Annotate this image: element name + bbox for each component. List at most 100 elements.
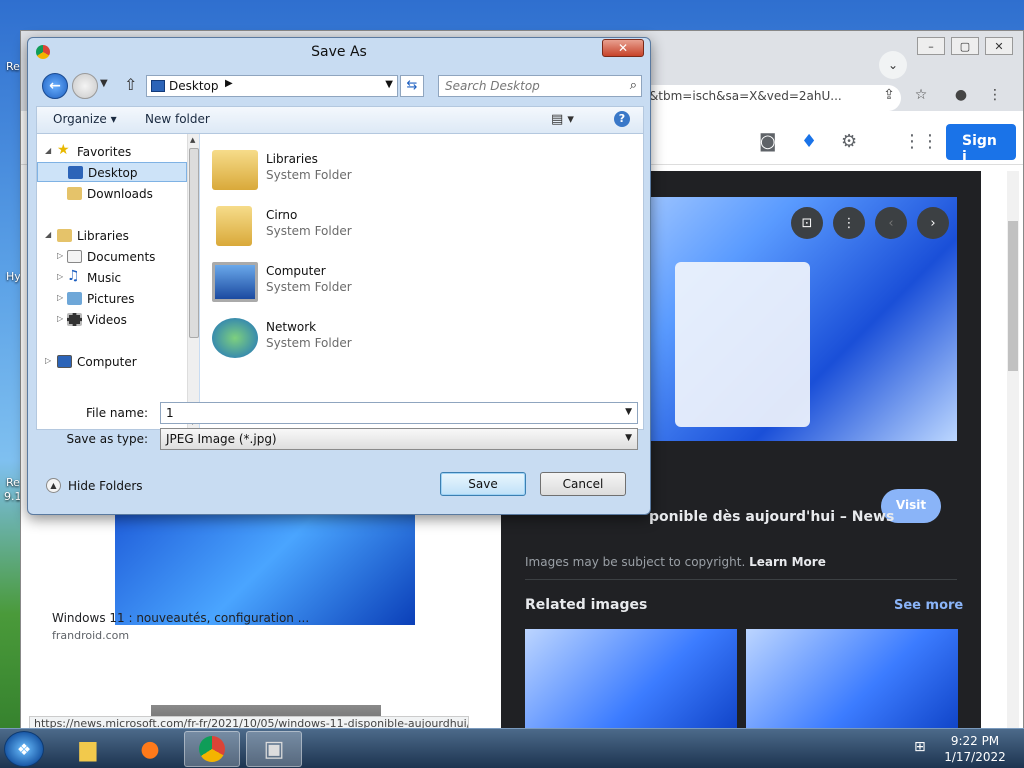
save-type-select[interactable]: JPEG Image (*.jpg) ▼ xyxy=(160,428,638,450)
scrollbar-thumb[interactable] xyxy=(1008,221,1018,371)
cancel-button[interactable]: Cancel xyxy=(540,472,626,496)
scrollbar-thumb[interactable] xyxy=(189,148,199,338)
tree-expand-icon[interactable]: ▷ xyxy=(57,272,63,281)
nav-item-desktop[interactable]: Desktop xyxy=(37,162,187,182)
page-scrollbar[interactable] xyxy=(1007,171,1019,751)
save-type-label: Save as type: xyxy=(66,432,148,446)
chevron-down-icon[interactable]: ▼ xyxy=(625,433,632,443)
tree-expand-icon[interactable]: ▷ xyxy=(45,356,51,365)
save-button[interactable]: Save xyxy=(440,472,526,496)
close-button[interactable]: ✕ xyxy=(985,37,1013,55)
refresh-button[interactable]: ⇆ xyxy=(400,75,424,97)
recent-locations-dropdown[interactable]: ▼ xyxy=(100,78,108,89)
file-name-input[interactable]: 1 ▼ xyxy=(160,402,638,424)
nav-item-libraries[interactable]: ◢ Libraries xyxy=(37,226,187,246)
change-view-icon[interactable]: ▤ ▾ xyxy=(551,112,574,127)
menu-kebab-icon[interactable]: ⋮ xyxy=(985,87,1005,107)
hide-folders-label: Hide Folders xyxy=(68,479,143,493)
downloads-folder-icon xyxy=(67,187,82,200)
share-icon[interactable]: ⇪ xyxy=(879,87,899,107)
profile-icon[interactable]: ● xyxy=(951,87,971,107)
bookmark-star-icon[interactable]: ☆ xyxy=(911,87,931,107)
help-icon[interactable]: ? xyxy=(614,111,630,127)
new-folder-button[interactable]: New folder xyxy=(145,112,210,126)
learn-more-link[interactable]: Learn More xyxy=(749,555,826,569)
user-folder-icon xyxy=(216,206,252,246)
file-name: Libraries xyxy=(266,152,318,166)
tab-search-button[interactable]: ⌄ xyxy=(879,51,907,79)
address-bar[interactable]: ms&tbm=isch&sa=X&ved=2ahU... xyxy=(621,85,901,111)
forward-button[interactable] xyxy=(72,73,98,99)
file-item-network[interactable]: Network System Folder xyxy=(212,314,452,364)
lens-search-icon[interactable]: ⊡ xyxy=(791,207,823,239)
sign-in-button[interactable]: Sign i xyxy=(946,124,1016,165)
search-input[interactable]: Search Desktop ⌕ xyxy=(438,75,642,97)
start-button[interactable]: ❖ xyxy=(4,731,44,767)
address-text: Desktop xyxy=(169,79,219,93)
nav-item-favorites[interactable]: ◢ ★ Favorites xyxy=(37,142,187,162)
nav-label: Desktop xyxy=(88,166,138,180)
tree-collapse-icon[interactable]: ◢ xyxy=(45,146,51,155)
file-list: Libraries System Folder Cirno System Fol… xyxy=(200,134,644,430)
up-arrow-icon[interactable]: ⇧ xyxy=(124,75,137,94)
star-icon: ★ xyxy=(57,142,70,158)
taskbar-firefox[interactable]: ● xyxy=(122,731,178,767)
organize-menu[interactable]: Organize ▾ xyxy=(53,112,117,126)
breadcrumb-arrow-icon[interactable]: ▶ xyxy=(225,78,233,89)
nav-item-documents[interactable]: ▷ Documents xyxy=(37,247,187,267)
tree-expand-icon[interactable]: ▷ xyxy=(57,293,63,302)
network-tray-icon[interactable]: ⊞ xyxy=(914,739,926,755)
file-item-libraries[interactable]: Libraries System Folder xyxy=(212,146,452,196)
desktop-icon-label[interactable]: Hy xyxy=(6,270,21,283)
next-arrow-icon[interactable]: › xyxy=(917,207,949,239)
desktop-icon-label[interactable]: 9.1 xyxy=(4,490,22,503)
desktop-icon-label[interactable]: Re xyxy=(6,60,20,73)
save-type-value: JPEG Image (*.jpg) xyxy=(166,432,277,446)
taskbar-explorer[interactable]: ▆ xyxy=(60,731,116,767)
see-more-link[interactable]: See more xyxy=(894,598,963,613)
minimize-button[interactable]: – xyxy=(917,37,945,55)
address-breadcrumb[interactable]: Desktop ▶ ▼ xyxy=(146,75,398,97)
nav-pane-scrollbar[interactable]: ▲ ▼ xyxy=(187,134,199,430)
scroll-up-icon[interactable]: ▲ xyxy=(190,136,195,144)
file-name: Cirno xyxy=(266,208,298,222)
dialog-titlebar[interactable]: Save As ✕ xyxy=(28,38,650,68)
result-title[interactable]: Windows 11 : nouveautés, configuration .… xyxy=(52,611,309,625)
nav-item-pictures[interactable]: ▷ Pictures xyxy=(37,289,187,309)
settings-gear-icon[interactable]: ⚙ xyxy=(841,131,857,152)
chevron-down-icon[interactable]: ▼ xyxy=(385,79,393,90)
result-thumbnail[interactable] xyxy=(115,505,415,625)
search-icon[interactable]: ⌕ xyxy=(630,78,637,93)
windows-logo-icon: ❖ xyxy=(16,739,32,759)
nav-item-computer[interactable]: ▷ Computer xyxy=(37,352,187,372)
tree-collapse-icon[interactable]: ◢ xyxy=(45,230,51,239)
tree-expand-icon[interactable]: ▷ xyxy=(57,251,63,260)
microphone-icon[interactable]: ♦ xyxy=(801,131,817,152)
preview-title[interactable]: ponible dès aujourd'hui – News xyxy=(649,509,894,525)
file-item-user[interactable]: Cirno System Folder xyxy=(212,202,452,252)
desktop-folder-icon xyxy=(151,80,165,92)
taskbar-chrome[interactable] xyxy=(184,731,240,767)
folder-icon: ▆ xyxy=(79,736,97,762)
nav-label: Libraries xyxy=(77,229,129,243)
nav-item-music[interactable]: ▷ ♫ Music xyxy=(37,268,187,288)
documents-icon xyxy=(67,250,82,263)
nav-item-videos[interactable]: ▷ Videos xyxy=(37,310,187,330)
file-item-computer[interactable]: Computer System Folder xyxy=(212,258,452,308)
camera-icon[interactable]: ◙ xyxy=(759,131,776,152)
libraries-folder-icon xyxy=(212,150,258,190)
more-options-icon[interactable]: ⋮ xyxy=(833,207,865,239)
divider xyxy=(525,579,957,580)
back-button[interactable]: ← xyxy=(42,73,68,99)
tree-expand-icon[interactable]: ▷ xyxy=(57,314,63,323)
file-type: System Folder xyxy=(266,280,352,294)
taskbar-app[interactable]: ▣ xyxy=(246,731,302,767)
previous-arrow-icon[interactable]: ‹ xyxy=(875,207,907,239)
maximize-button[interactable]: ▢ xyxy=(951,37,979,55)
desktop-icon-label[interactable]: Re xyxy=(6,476,20,489)
chevron-down-icon[interactable]: ▼ xyxy=(625,407,632,417)
dialog-close-button[interactable]: ✕ xyxy=(602,39,644,57)
nav-item-downloads[interactable]: Downloads xyxy=(37,184,187,204)
clock[interactable]: 9:22 PM 1/17/2022 xyxy=(940,733,1010,765)
apps-grid-icon[interactable]: ⋮⋮ xyxy=(903,131,939,152)
